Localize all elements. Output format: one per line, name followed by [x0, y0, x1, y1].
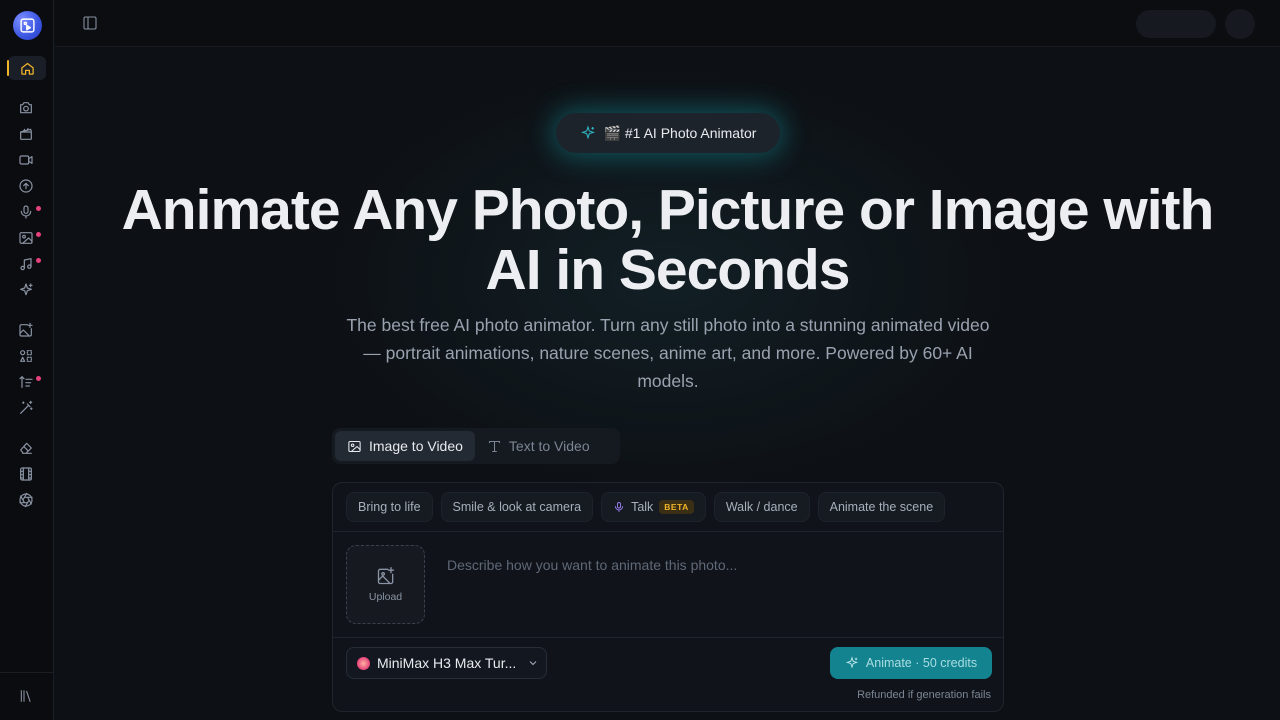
top-bar — [55, 0, 1280, 47]
sparkles-icon — [845, 656, 859, 669]
sidebar-item-music[interactable] — [17, 255, 35, 273]
main-content: 🎬 #1 AI Photo Animator Animate Any Photo… — [55, 48, 1280, 720]
beta-badge: BETA — [659, 500, 694, 514]
camera-icon — [20, 102, 32, 114]
hero-badge: 🎬 #1 AI Photo Animator — [556, 113, 780, 153]
text-icon — [488, 440, 500, 452]
sidebar-item-sort[interactable] — [17, 373, 35, 391]
sidebar-item-effects[interactable] — [17, 281, 35, 299]
prompt-input[interactable] — [447, 553, 977, 577]
chip-label: Smile & look at camera — [452, 500, 582, 514]
upload-label: Upload — [368, 591, 403, 603]
chip-animate-scene[interactable]: Animate the scene — [817, 492, 946, 522]
chip-smile[interactable]: Smile & look at camera — [440, 492, 594, 522]
magic-wand-icon — [20, 400, 33, 414]
model-logo-icon — [357, 656, 370, 670]
tab-image-to-video[interactable]: Image to Video — [335, 431, 475, 461]
sidebar-divider — [0, 672, 54, 673]
panel-left-icon — [83, 16, 97, 30]
model-label: MiniMax H3 Max Tur... — [377, 655, 517, 671]
shapes-icon — [20, 350, 32, 362]
sidebar-item-upscale[interactable] — [17, 177, 35, 195]
preset-chips: Bring to life Smile & look at camera Tal… — [333, 483, 1003, 532]
notification-dot — [36, 206, 41, 211]
panel-footer-divider — [333, 637, 1003, 638]
animate-panel: Bring to life Smile & look at camera Tal… — [332, 482, 1004, 712]
refund-note: Refunded if generation fails — [857, 689, 991, 701]
chip-label: Bring to life — [358, 500, 421, 514]
film-icon — [20, 467, 32, 481]
chip-walk-dance[interactable]: Walk / dance — [713, 492, 810, 522]
tab-text-to-video[interactable]: Text to Video — [475, 431, 602, 461]
notification-dot — [36, 258, 41, 263]
hero-badge-label: 🎬 #1 AI Photo Animator — [603, 124, 757, 141]
notification-dot — [36, 376, 41, 381]
account-credits-pill[interactable] — [1136, 10, 1216, 38]
sidebar — [0, 0, 54, 720]
chip-label: Walk / dance — [725, 500, 798, 514]
sidebar-item-clips[interactable] — [17, 125, 35, 143]
upload-circle-icon — [19, 179, 33, 193]
microphone-icon — [615, 502, 624, 512]
sidebar-item-voice[interactable] — [17, 203, 35, 221]
chip-talk[interactable]: Talk BETA — [601, 492, 706, 522]
sidebar-item-image-generate[interactable] — [17, 321, 35, 339]
avatar[interactable] — [1225, 9, 1255, 39]
mode-tabs: Image to Video Text to Video — [332, 428, 620, 464]
sidebar-item-aperture[interactable] — [17, 491, 35, 509]
microphone-icon — [20, 205, 32, 219]
animate-button-label: Animate · 50 credits — [865, 656, 978, 670]
sidebar-item-shapes[interactable] — [17, 347, 35, 365]
video-icon — [19, 155, 33, 165]
image-icon — [348, 440, 361, 452]
sidebar-item-magic[interactable] — [17, 399, 35, 417]
sidebar-toggle-button[interactable] — [82, 15, 98, 31]
sidebar-item-video[interactable] — [17, 151, 35, 169]
tab-label: Text to Video — [508, 438, 590, 454]
music-icon — [20, 258, 32, 271]
sidebar-item-photo[interactable] — [17, 99, 35, 117]
home-icon — [20, 62, 34, 75]
sparkles-icon — [20, 283, 33, 296]
chevron-down-icon — [529, 661, 537, 666]
sidebar-item-home[interactable] — [7, 56, 46, 80]
sparkles-icon — [580, 125, 595, 140]
chip-label: Animate the scene — [829, 500, 934, 514]
aperture-icon — [19, 492, 33, 508]
chip-bring-to-life[interactable]: Bring to life — [346, 492, 433, 522]
sidebar-item-library[interactable] — [18, 688, 34, 704]
hero-description: The best free AI photo animator. Turn an… — [346, 315, 990, 391]
image-icon — [19, 232, 33, 244]
sidebar-item-eraser[interactable] — [17, 439, 35, 457]
logo-image-play-icon — [20, 18, 35, 33]
image-plus-icon — [19, 322, 33, 337]
page-title: Animate Any Photo, Picture or Image with… — [121, 178, 1215, 302]
upload-dropzone[interactable]: Upload — [346, 545, 425, 624]
image-plus-icon — [377, 567, 394, 585]
clapperboard-icon — [20, 128, 32, 140]
app-logo[interactable] — [13, 11, 42, 40]
eraser-icon — [20, 442, 32, 454]
sort-list-icon — [19, 376, 33, 388]
model-selector[interactable]: MiniMax H3 Max Tur... — [346, 647, 547, 679]
sidebar-item-image[interactable] — [17, 229, 35, 247]
tab-label: Image to Video — [369, 438, 463, 454]
library-icon — [20, 690, 31, 702]
chip-label: Talk — [631, 500, 654, 514]
sidebar-item-film[interactable] — [17, 465, 35, 483]
animate-button[interactable]: Animate · 50 credits — [830, 647, 992, 679]
notification-dot — [36, 232, 41, 237]
